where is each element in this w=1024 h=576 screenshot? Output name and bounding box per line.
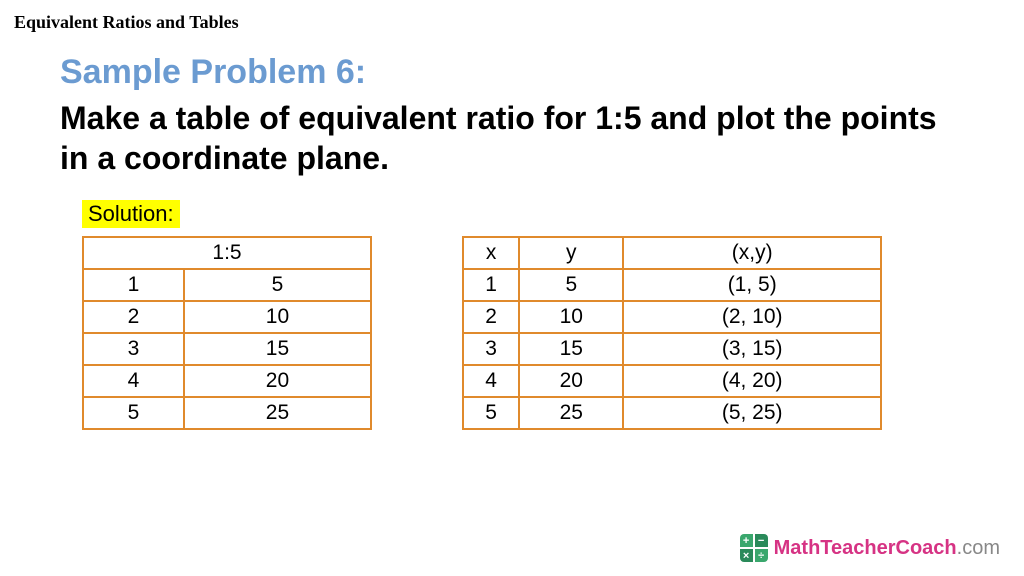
- col-y: y: [519, 237, 623, 269]
- table-row: 1 5: [83, 269, 371, 301]
- table-row: 4 20 (4, 20): [463, 365, 881, 397]
- page-header: Equivalent Ratios and Tables: [0, 0, 1024, 33]
- footer-brand: +−×÷ MathTeacherCoach.com: [740, 534, 1000, 562]
- content-area: Sample Problem 6: Make a table of equiva…: [0, 33, 1024, 430]
- problem-prompt: Make a table of equivalent ratio for 1:5…: [60, 98, 964, 178]
- table-row: 2 10: [83, 301, 371, 333]
- ratio-table-header: 1:5: [83, 237, 371, 269]
- solution-label: Solution:: [82, 200, 180, 228]
- col-xy: (x,y): [623, 237, 881, 269]
- table-row: 3 15: [83, 333, 371, 365]
- table-row: 1 5 (1, 5): [463, 269, 881, 301]
- ratio-table: 1:5 1 5 2 10 3 15 4 20 5 25: [82, 236, 372, 430]
- brand-logo-icon: +−×÷: [740, 534, 768, 562]
- coordinate-table: x y (x,y) 1 5 (1, 5) 2 10 (2, 10) 3 15 (…: [462, 236, 882, 430]
- brand-text: MathTeacherCoach.com: [774, 537, 1000, 560]
- table-row: 5 25 (5, 25): [463, 397, 881, 429]
- table-row: 4 20: [83, 365, 371, 397]
- sample-problem-title: Sample Problem 6:: [60, 53, 964, 92]
- table-row: 5 25: [83, 397, 371, 429]
- col-x: x: [463, 237, 519, 269]
- table-row: 2 10 (2, 10): [463, 301, 881, 333]
- tables-row: 1:5 1 5 2 10 3 15 4 20 5 25: [60, 236, 964, 430]
- table-row: 3 15 (3, 15): [463, 333, 881, 365]
